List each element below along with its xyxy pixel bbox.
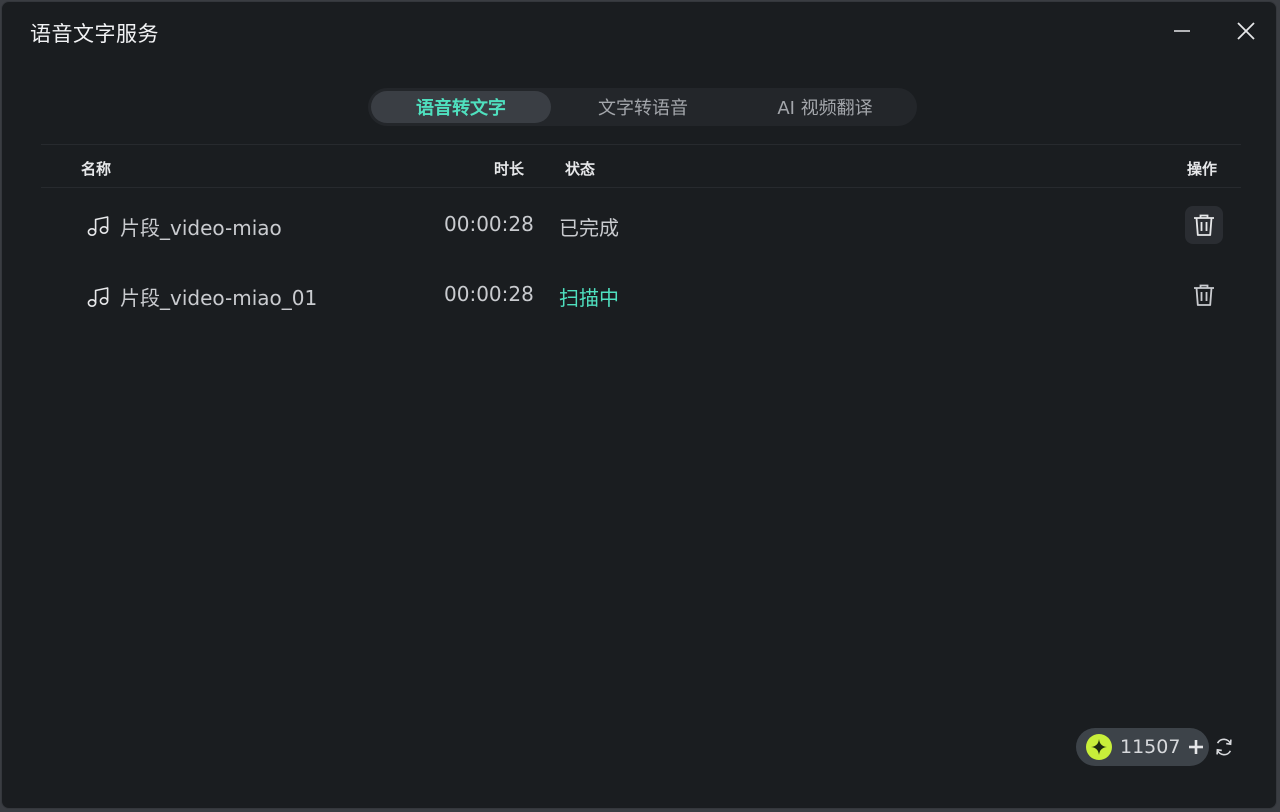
row-duration: 00:00:28 [444,212,534,236]
row-file-name: 片段_video-miao [120,216,282,240]
add-credits-button[interactable] [1186,737,1206,757]
row-status: 已完成 [559,216,619,240]
table-header-divider [41,187,1241,188]
tab-ai-video-translate[interactable]: AI 视频翻译 [735,91,915,123]
row-status: 扫描中 [559,286,619,310]
mode-tabs: 语音转文字 文字转语音 AI 视频翻译 [368,88,917,126]
speech-text-service-window: 语音文字服务 语音转文字 文字转语音 AI 视频翻译 名称 时长 状态 操作 片… [1,1,1277,809]
row-duration: 00:00:28 [444,282,534,306]
tab-text-to-speech[interactable]: 文字转语音 [553,91,733,123]
window-title: 语音文字服务 [30,22,159,46]
minimize-button[interactable] [1164,14,1200,48]
sparkle-coin-icon [1086,734,1112,760]
delete-button[interactable] [1185,276,1223,314]
refresh-icon[interactable] [1213,736,1235,758]
music-note-icon [87,216,109,237]
credits-value: 11507 [1120,736,1181,758]
delete-button[interactable] [1185,206,1223,244]
column-header-actions: 操作 [1187,160,1218,178]
column-header-status: 状态 [565,160,596,178]
table-top-divider [41,144,1241,145]
minimize-icon [1174,30,1190,32]
trash-icon [1194,284,1214,306]
close-icon [1237,22,1255,40]
column-header-duration: 时长 [494,160,525,178]
credits-balance[interactable]: 11507 [1076,728,1209,766]
plus-icon [1189,740,1204,754]
tab-speech-to-text[interactable]: 语音转文字 [371,91,551,123]
row-file-name: 片段_video-miao_01 [120,286,318,310]
trash-icon [1194,214,1214,236]
column-header-name: 名称 [81,160,112,178]
close-button[interactable] [1228,14,1264,48]
music-note-icon [87,287,109,308]
